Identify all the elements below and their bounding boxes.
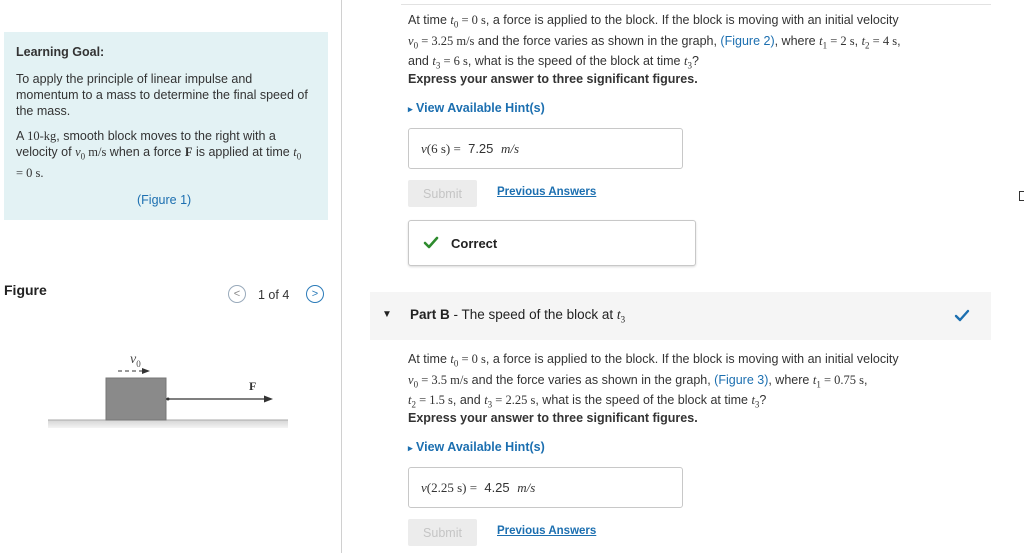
- part-b-answer-unit: m/s: [517, 480, 536, 495]
- part-b-answer-value: 4.25: [484, 480, 510, 495]
- chevron-left-icon: <: [233, 288, 241, 300]
- learning-goal-description: To apply the principle of linear impulse…: [16, 72, 308, 118]
- part-a-answer-value: 7.25: [468, 141, 494, 156]
- part-b-hint-link[interactable]: ▸ View Available Hint(s): [408, 440, 545, 454]
- part-a-express: Express your answer to three significant…: [408, 72, 698, 86]
- part-a-question: At time t0 = 0 s, a force is applied to …: [408, 13, 901, 71]
- part-b-header[interactable]: ▼ Part B - The speed of the block at t3: [370, 292, 991, 340]
- part-b-previous-answers-link[interactable]: Previous Answers: [497, 525, 596, 537]
- part-a-previous-answers-link[interactable]: Previous Answers: [497, 186, 596, 198]
- part-a-answer-box[interactable]: v(6 s) = 7.25 m/s: [408, 128, 683, 169]
- part-b-question: At time t0 = 0 s, a force is applied to …: [408, 352, 899, 410]
- figure-pager-text: 1 of 4: [258, 288, 290, 302]
- part-a-correct-feedback: Correct: [408, 220, 696, 266]
- check-icon: [423, 236, 439, 249]
- figure-heading: Figure: [4, 282, 47, 298]
- caret-right-icon: ▸: [408, 443, 413, 453]
- panel-divider: [341, 0, 342, 553]
- problem-statement: A 10-kg, smooth block moves to the right…: [16, 129, 302, 180]
- velocity-label: v0: [130, 352, 141, 369]
- figure-next-button[interactable]: >: [306, 285, 324, 303]
- part-b-submit-button[interactable]: Submit: [408, 519, 477, 546]
- edge-tab-marker: [1019, 191, 1024, 201]
- part-b-answer-display: v(2.25 s) = 4.25 m/s: [421, 480, 536, 495]
- ground-surface: [48, 420, 288, 428]
- top-divider: [401, 4, 991, 5]
- part-a-submit-button[interactable]: Submit: [408, 180, 477, 207]
- collapse-triangle-icon[interactable]: ▼: [382, 309, 392, 320]
- learning-goal-title: Learning Goal:: [16, 45, 105, 59]
- figure-prev-button[interactable]: <: [228, 285, 246, 303]
- part-b-express: Express your answer to three significant…: [408, 411, 698, 425]
- chevron-right-icon: >: [311, 288, 319, 300]
- block-shape: [105, 377, 167, 421]
- figure-3-link[interactable]: (Figure 3): [714, 373, 768, 387]
- figure-2-link[interactable]: (Figure 2): [720, 34, 774, 48]
- part-b-answer-box[interactable]: v(2.25 s) = 4.25 m/s: [408, 467, 683, 508]
- part-a-answer-display: v(6 s) = 7.25 m/s: [421, 141, 520, 156]
- figure-1-link[interactable]: (Figure 1): [137, 192, 191, 208]
- force-label: F: [249, 379, 257, 393]
- part-a-hint-link[interactable]: ▸ View Available Hint(s): [408, 101, 545, 115]
- check-icon: [954, 309, 970, 322]
- part-b-title: Part B - The speed of the block at t3: [410, 307, 626, 325]
- caret-right-icon: ▸: [408, 104, 413, 114]
- part-a-answer-unit: m/s: [501, 141, 520, 156]
- correct-label: Correct: [451, 236, 498, 251]
